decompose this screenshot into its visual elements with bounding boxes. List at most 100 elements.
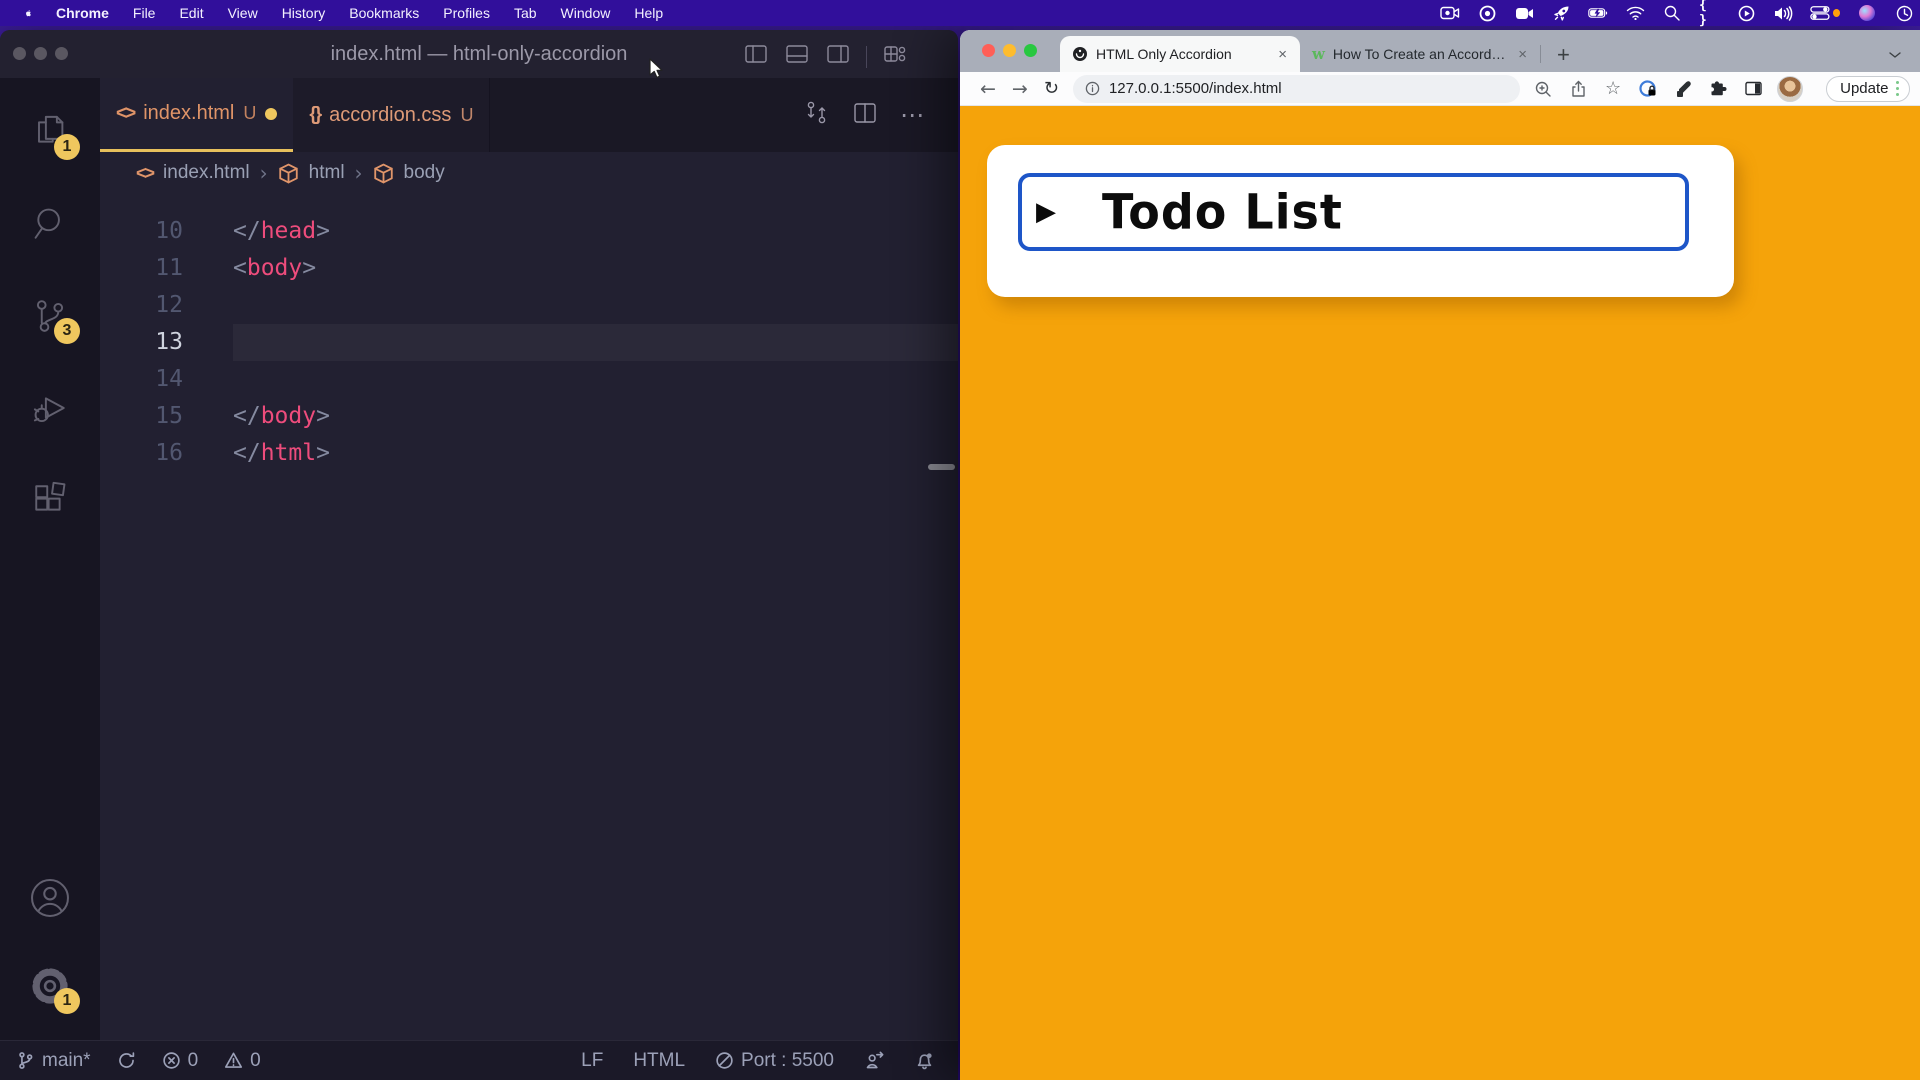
todo-accordion-summary[interactable]: ▶ Todo List [1018, 173, 1689, 251]
site-info-icon[interactable] [1085, 81, 1100, 96]
menu-chrome[interactable]: Chrome [44, 0, 121, 26]
details-marker-icon[interactable]: ▶ [1036, 199, 1056, 225]
screen-record-camera-icon[interactable] [1440, 3, 1460, 23]
battery-charging-icon[interactable] [1588, 3, 1608, 23]
clock-icon[interactable] [1894, 3, 1914, 23]
tab-index-html[interactable]: <> index.html U [100, 78, 293, 152]
code-line[interactable]: 12 [100, 287, 958, 324]
chrome-tab-html-only-accordion[interactable]: HTML Only Accordion × [1060, 36, 1300, 72]
privacy-extension-icon[interactable] [1637, 78, 1659, 100]
code-line[interactable]: 10 </head> [100, 213, 958, 250]
code-line[interactable]: 16 </html> [100, 435, 958, 472]
zoom-window-button[interactable] [1024, 44, 1037, 57]
live-server-port[interactable]: Port : 5500 [715, 1050, 834, 1072]
menu-edit[interactable]: Edit [167, 0, 215, 26]
macos-menubar: Chrome File Edit View History Bookmarks … [0, 0, 1920, 26]
code-line[interactable]: 11 <body> [100, 250, 958, 287]
search-icon[interactable] [26, 200, 74, 248]
share-icon[interactable] [1567, 78, 1589, 100]
close-tab-icon[interactable]: × [1275, 46, 1290, 63]
toggle-panel-icon[interactable] [784, 41, 810, 72]
code-line-current[interactable]: 13 [100, 324, 958, 361]
vscode-titlebar[interactable]: index.html — html-only-accordion [0, 30, 958, 78]
extensions-puzzle-icon[interactable] [1707, 78, 1729, 100]
breadcrumb-body[interactable]: body [404, 162, 445, 184]
menu-help[interactable]: Help [622, 0, 675, 26]
spotlight-search-icon[interactable] [1662, 3, 1682, 23]
chrome-tab-how-to-create-accordion[interactable]: w How To Create an Accordion × [1300, 36, 1540, 72]
language-mode[interactable]: HTML [633, 1050, 685, 1072]
modified-dot-icon[interactable] [265, 108, 277, 120]
url-text[interactable]: 127.0.0.1:5500/index.html [1109, 80, 1282, 97]
tab-search-chevron-icon[interactable] [1888, 50, 1920, 60]
new-tab-button[interactable]: + [1557, 45, 1570, 65]
play-circle-icon[interactable] [1736, 3, 1756, 23]
source-control-icon[interactable]: 3 [26, 292, 74, 340]
close-tab-icon[interactable]: × [1515, 46, 1530, 63]
explorer-icon[interactable]: 1 [26, 108, 74, 156]
warnings-status[interactable]: 0 [224, 1050, 261, 1072]
volume-icon[interactable] [1773, 3, 1793, 23]
address-bar[interactable]: 127.0.0.1:5500/index.html [1073, 75, 1520, 103]
siri-icon[interactable] [1857, 3, 1877, 23]
menu-bookmarks[interactable]: Bookmarks [337, 0, 431, 26]
reload-button[interactable]: ↻ [1036, 78, 1067, 99]
record-circle-icon[interactable] [1477, 3, 1497, 23]
customize-layout-icon[interactable] [882, 41, 908, 72]
git-branch-status[interactable]: main* [16, 1050, 91, 1072]
menu-history[interactable]: History [270, 0, 338, 26]
menu-tab[interactable]: Tab [502, 0, 549, 26]
control-center-icon[interactable] [1810, 3, 1840, 23]
wifi-icon[interactable] [1625, 3, 1645, 23]
menu-file[interactable]: File [121, 0, 168, 26]
page-favicon [1072, 46, 1088, 62]
settings-gear-icon[interactable]: 1 [26, 962, 74, 1010]
menu-window[interactable]: Window [549, 0, 623, 26]
minimize-window-button[interactable] [1003, 44, 1016, 57]
live-share-icon[interactable] [864, 1051, 885, 1070]
extensions-icon[interactable] [26, 476, 74, 524]
back-button[interactable]: ← [972, 78, 1004, 100]
close-window-button[interactable] [982, 44, 995, 57]
bookmark-star-icon[interactable]: ☆ [1602, 78, 1624, 100]
settings-badge: 1 [54, 988, 80, 1014]
sync-changes-button[interactable] [117, 1051, 136, 1070]
toggle-primary-sidebar-icon[interactable] [743, 41, 769, 72]
video-camera-icon[interactable] [1514, 3, 1534, 23]
tab-accordion-css[interactable]: {} accordion.css U [293, 78, 490, 152]
open-changes-icon[interactable] [803, 99, 830, 131]
forward-button[interactable]: → [1004, 78, 1036, 100]
live-preview-page: ▶ Todo List [960, 106, 1920, 1080]
notifications-bell-icon[interactable] [915, 1051, 934, 1070]
code-line[interactable]: 15 </body> [100, 398, 958, 435]
vscode-activitybar: 1 3 [0, 78, 100, 1040]
breadcrumb-file[interactable]: index.html [163, 162, 250, 184]
editor-scrollbar-handle[interactable] [928, 464, 955, 470]
css-file-icon: {} [309, 104, 320, 126]
side-panel-icon[interactable] [1742, 78, 1764, 100]
code-line[interactable]: 14 [100, 361, 958, 398]
account-icon[interactable] [26, 874, 74, 922]
eol-indicator[interactable]: LF [581, 1050, 603, 1072]
zoom-icon[interactable] [1532, 78, 1554, 100]
breadcrumb-html[interactable]: html [309, 162, 345, 184]
update-chrome-button[interactable]: Update [1826, 76, 1910, 102]
profile-avatar[interactable] [1777, 76, 1803, 102]
chrome-menu-icon[interactable] [1896, 81, 1904, 97]
menu-profiles[interactable]: Profiles [431, 0, 502, 26]
line-number: 15 [100, 398, 200, 435]
apple-menu-icon[interactable] [14, 0, 44, 26]
run-debug-icon[interactable] [26, 384, 74, 432]
toggle-secondary-sidebar-icon[interactable] [825, 41, 851, 72]
more-actions-icon[interactable]: ⋯ [900, 101, 924, 129]
menu-view[interactable]: View [216, 0, 270, 26]
errors-status[interactable]: 0 [162, 1050, 199, 1072]
braces-icon[interactable]: { } [1699, 3, 1719, 23]
chrome-window: HTML Only Accordion × w How To Create an… [960, 30, 1920, 1080]
split-editor-icon[interactable] [852, 100, 878, 131]
tab-label: index.html [143, 102, 234, 125]
code-editor[interactable]: 10 </head> 11 <body> 12 13 14 [100, 194, 958, 1040]
rocket-icon[interactable] [1551, 3, 1571, 23]
accordion-title[interactable]: Todo List [1102, 184, 1343, 240]
colorpicker-extension-icon[interactable] [1672, 78, 1694, 100]
